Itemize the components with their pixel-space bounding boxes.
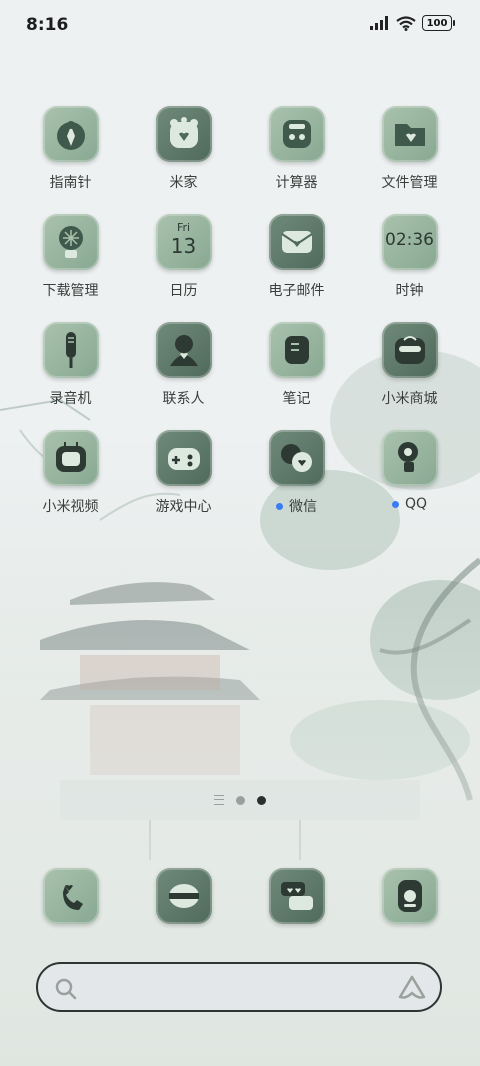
microphone-icon bbox=[42, 322, 99, 378]
battery-icon: 100 bbox=[422, 15, 455, 31]
app-wechat[interactable]: 微信 bbox=[240, 430, 353, 516]
calendar-date: 13 bbox=[170, 234, 197, 258]
app-recorder[interactable]: 录音机 bbox=[14, 322, 127, 408]
compass-icon bbox=[42, 106, 99, 162]
camera-icon[interactable] bbox=[381, 868, 438, 924]
notes-icon bbox=[268, 322, 325, 378]
app-label: 时钟 bbox=[395, 283, 424, 299]
app-file-manager[interactable]: 文件管理 bbox=[353, 106, 466, 192]
app-label: 文件管理 bbox=[381, 175, 438, 191]
app-grid: 指南针 米家 计算器 文件管理 下载管理 Fri 13 日历 电子邮件 02:3… bbox=[14, 106, 466, 516]
email-icon bbox=[268, 214, 325, 270]
status-time: 8:16 bbox=[26, 15, 69, 35]
app-calculator[interactable]: 计算器 bbox=[240, 106, 353, 192]
page-dot-1[interactable] bbox=[236, 795, 245, 805]
messages-icon[interactable] bbox=[155, 868, 212, 924]
wifi-icon bbox=[396, 15, 416, 31]
calculator-icon bbox=[268, 106, 325, 162]
app-label-qq: QQ bbox=[391, 496, 428, 512]
app-label: 微信 bbox=[289, 499, 317, 515]
app-label: 日历 bbox=[169, 283, 198, 299]
wechat-icon bbox=[268, 430, 325, 486]
search-icon[interactable] bbox=[54, 977, 78, 1001]
clock-icon: 02:36 bbox=[381, 214, 438, 270]
battery-level: 100 bbox=[426, 17, 448, 29]
app-mi-store[interactable]: 小米商城 bbox=[353, 322, 466, 408]
app-label: 游戏中心 bbox=[155, 499, 212, 515]
folder-icon bbox=[381, 106, 438, 162]
app-label: QQ bbox=[404, 496, 428, 512]
app-clock[interactable]: 02:36 时钟 bbox=[353, 214, 466, 300]
app-qq[interactable]: QQ bbox=[353, 430, 466, 516]
clock-time: 02:36 bbox=[385, 230, 434, 250]
app-label-wechat: 微信 bbox=[276, 496, 317, 516]
app-label: 下载管理 bbox=[42, 283, 99, 299]
app-download-manager[interactable]: 下载管理 bbox=[14, 214, 127, 300]
status-icons: 100 bbox=[370, 15, 455, 31]
calendar-day: Fri bbox=[176, 221, 191, 234]
contacts-icon bbox=[155, 322, 212, 378]
qq-icon bbox=[381, 430, 438, 486]
dock bbox=[14, 868, 466, 924]
app-label: 指南针 bbox=[49, 175, 92, 191]
mijia-icon bbox=[155, 106, 212, 162]
app-game-center[interactable]: 游戏中心 bbox=[127, 430, 240, 516]
app-compass[interactable]: 指南针 bbox=[14, 106, 127, 192]
calendar-icon: Fri 13 bbox=[155, 214, 212, 270]
app-label: 联系人 bbox=[162, 391, 205, 407]
video-icon bbox=[42, 430, 99, 486]
app-label: 小米商城 bbox=[381, 391, 438, 407]
app-label: 电子邮件 bbox=[268, 283, 325, 299]
search-bar[interactable] bbox=[36, 962, 442, 1012]
app-label: 笔记 bbox=[282, 391, 311, 407]
app-drawer-indicator[interactable] bbox=[214, 795, 224, 805]
store-icon bbox=[381, 322, 438, 378]
app-email[interactable]: 电子邮件 bbox=[240, 214, 353, 300]
phone-icon[interactable] bbox=[42, 868, 99, 924]
download-icon bbox=[42, 214, 99, 270]
signal-icon bbox=[370, 16, 388, 30]
notification-dot bbox=[276, 502, 283, 510]
app-label: 录音机 bbox=[49, 391, 92, 407]
app-label: 小米视频 bbox=[42, 499, 99, 515]
app-calendar[interactable]: Fri 13 日历 bbox=[127, 214, 240, 300]
app-contacts[interactable]: 联系人 bbox=[127, 322, 240, 408]
notification-dot bbox=[391, 500, 399, 508]
page-dot-2[interactable] bbox=[257, 795, 266, 805]
page-indicator[interactable] bbox=[0, 795, 480, 805]
app-mijia[interactable]: 米家 bbox=[127, 106, 240, 192]
gamepad-icon bbox=[155, 430, 212, 486]
app-label: 米家 bbox=[169, 175, 198, 191]
assistant-icon[interactable] bbox=[398, 975, 426, 1001]
app-notes[interactable]: 笔记 bbox=[240, 322, 353, 408]
chat-icon[interactable] bbox=[268, 868, 325, 924]
app-mi-video[interactable]: 小米视频 bbox=[14, 430, 127, 516]
status-bar: 8:16 100 bbox=[0, 0, 480, 50]
app-label: 计算器 bbox=[275, 175, 318, 191]
